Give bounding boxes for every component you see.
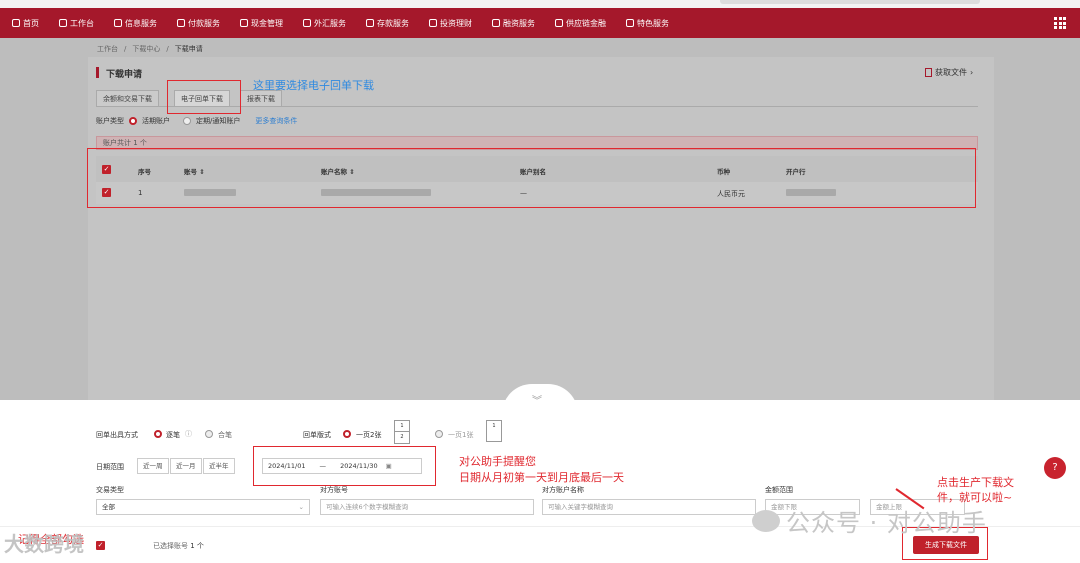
annotation-box-tab [167,80,241,114]
tab-balance-transactions[interactable]: 余额和交易下载 [96,90,159,107]
chevron-right-icon: › [970,68,974,77]
radio-layout-1-label: 一页1张 [448,431,474,439]
breadcrumb-current: 下载申请 [174,45,203,53]
corner-watermark: 大数跨境 [4,532,84,556]
more-filters-link[interactable]: 更多查询条件 [255,116,297,126]
payment-icon [177,19,185,27]
date-range-label: 日期范围 [96,463,124,471]
radio-layout-1[interactable] [435,430,443,438]
radio-receipt-single-label: 逐笔 [166,431,180,439]
thumb-page-single: 1 [492,423,496,429]
radio-layout-2[interactable] [343,430,351,438]
nav-item-cash[interactable]: 现金管理 [240,18,283,29]
quick-week-button[interactable]: 近一周 [137,458,169,474]
breadcrumb: 工作台 / 下载中心 / 下载申请 [97,44,209,54]
selected-count: 1 个 [190,542,204,550]
nav-item-financing[interactable]: 融资服务 [492,18,535,29]
main-nav: 首页 工作台 信息服务 付款服务 现金管理 外汇服务 存款服务 投资理财 融资服… [0,8,1080,38]
deposit-icon [366,19,374,27]
thumb-page-2: 2 [395,431,409,442]
counter-account-input[interactable]: 可输入连续6个数字模糊查询 [320,499,534,515]
selected-accounts: 已选择账号 1 个 [153,541,204,551]
breadcrumb-workbench[interactable]: 工作台 [97,45,118,53]
radio-demand-account[interactable] [129,117,137,125]
financing-icon [492,19,500,27]
browser-top-strip [0,0,1080,8]
thumb-page-1: 1 [400,423,404,429]
fetch-file-link[interactable]: 获取文件 › [925,67,973,78]
radio-receipt-merged[interactable] [205,430,213,438]
wechat-icon [752,509,780,532]
counter-name-label: 对方账户名称 [542,486,584,494]
breadcrumb-download-center[interactable]: 下载中心 [132,45,160,53]
date-note-line-2: 日期从月初第一天到月底最后一天 [459,471,624,484]
info-icon [114,19,122,27]
nav-item-fx[interactable]: 外汇服务 [303,18,346,29]
help-icon[interactable]: ? [1044,457,1066,479]
annotation-tab-note: 这里要选择电子回单下载 [253,79,374,92]
layout-2-thumbnail: 12 [394,420,410,444]
radio-receipt-single[interactable] [154,430,162,438]
nav-item-info[interactable]: 信息服务 [114,18,157,29]
account-type-row: 账户类型 活期账户 定期/通知账户 更多查询条件 [96,116,297,126]
nav-item-supply-chain[interactable]: 供应链金融 [555,18,606,29]
watermark: 公众号 · 对公助手 [752,503,987,538]
trade-type-value: 全部 [102,503,115,511]
annotation-date-note: 对公助手提醒您日期从月初第一天到月底最后一天 [459,454,624,486]
fx-icon [303,19,311,27]
home-icon [12,19,20,27]
breadcrumb-sep: / [166,45,169,53]
nav-item-deposit[interactable]: 存款服务 [366,18,409,29]
annotation-generate-note: 点击生产下载文 件，就可以啦~ [937,475,1014,505]
nav-item-invest[interactable]: 投资理财 [429,18,472,29]
fetch-file-label: 获取文件 [935,68,967,77]
selected-label: 已选择账号 [153,542,188,550]
radio-receipt-merged-label: 合笔 [218,431,232,439]
gen-note-line-1: 点击生产下载文 [937,476,1014,489]
cash-icon [240,19,248,27]
layout-1-thumbnail: 1 [486,420,502,442]
receipt-method-label: 回单出具方式 [96,431,138,439]
quick-halfyear-button[interactable]: 近半年 [203,458,235,474]
workbench-icon [59,19,67,27]
trade-type-label: 交易类型 [96,486,124,494]
nav-item-home[interactable]: 首页 [12,18,39,29]
chevron-down-icon[interactable]: ︾ [532,392,542,407]
account-type-label: 账户类型 [96,117,124,125]
nav-item-workbench[interactable]: 工作台 [59,18,94,29]
quick-month-button[interactable]: 近一月 [170,458,202,474]
watermark-text: 公众号 · 对公助手 [786,509,987,537]
title-accent [96,67,99,78]
document-icon [925,68,932,77]
radio-fixed-account[interactable] [183,117,191,125]
info-icon: ⓘ [185,430,192,438]
invest-icon [429,19,437,27]
special-icon [626,19,634,27]
nav-item-payment[interactable]: 付款服务 [177,18,220,29]
trade-type-select[interactable]: 全部 ⌄ [96,499,310,515]
counter-account-label: 对方账号 [320,486,348,494]
radio-demand-label: 活期账户 [142,117,170,125]
radio-layout-2-label: 一页2张 [356,431,382,439]
apps-grid-icon[interactable] [1054,17,1066,29]
breadcrumb-sep: / [124,45,127,53]
chevron-down-icon: ⌄ [298,503,304,511]
supply-chain-icon [555,19,563,27]
annotation-box-table [87,148,976,208]
receipt-layout-label: 回单版式 [303,431,331,439]
page-title: 下载申请 [106,70,143,80]
nav-item-special[interactable]: 特色服务 [626,18,669,29]
counter-name-input[interactable]: 可输入关键字模糊查询 [542,499,756,515]
radio-fixed-label: 定期/通知账户 [196,117,241,125]
amount-range-label: 金额范围 [765,486,793,494]
date-note-line-1: 对公助手提醒您 [459,455,536,468]
annotation-box-date [253,446,436,486]
footer-select-all-checkbox[interactable]: ✓ [96,541,105,550]
